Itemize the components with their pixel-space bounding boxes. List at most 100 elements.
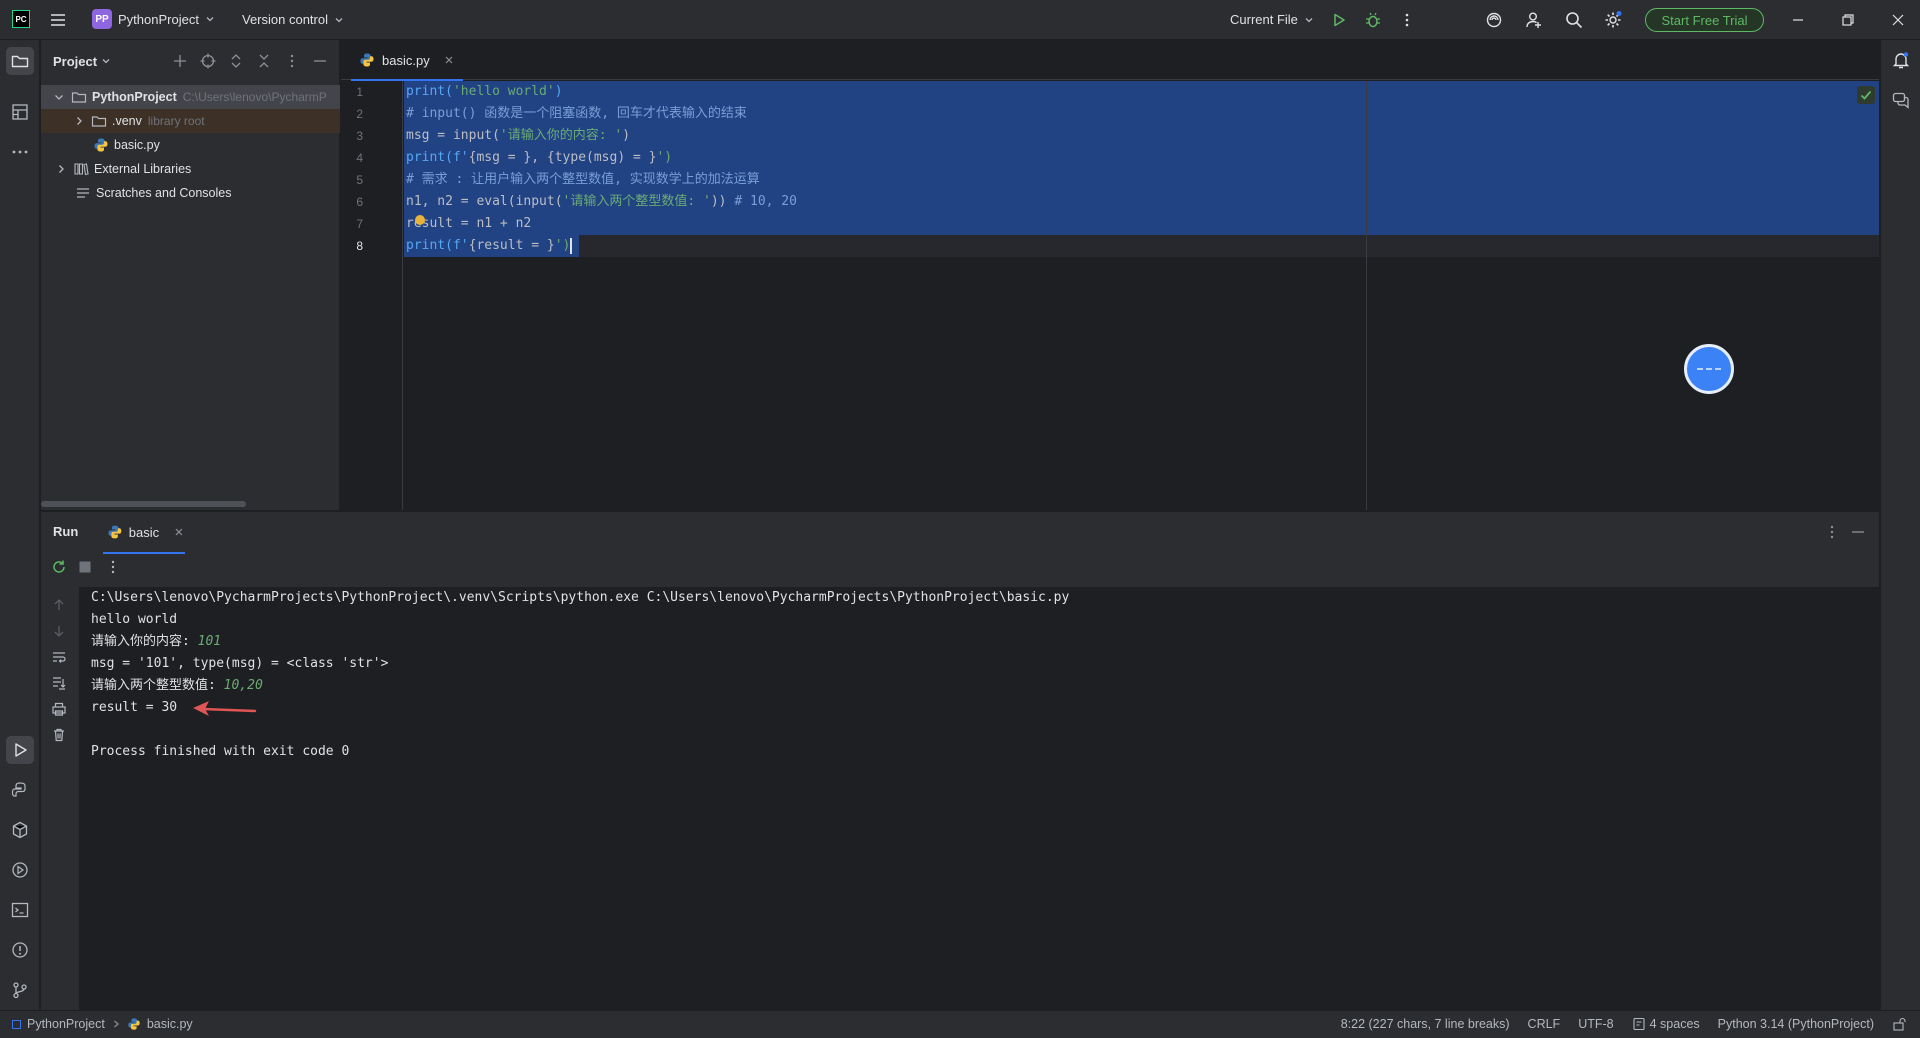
minimize-icon <box>1852 531 1864 533</box>
project-panel-title[interactable]: Project <box>53 54 97 69</box>
panel-options-button[interactable] <box>283 52 301 70</box>
horizontal-scrollbar[interactable] <box>41 501 246 507</box>
scroll-up-button[interactable] <box>51 597 67 613</box>
chat-icon <box>1892 92 1909 109</box>
line-number: 5 <box>356 173 363 187</box>
git-button[interactable] <box>6 976 34 1004</box>
run-button[interactable] <box>1330 11 1348 29</box>
close-window-button[interactable] <box>1890 12 1906 28</box>
run-panel-title[interactable]: Run <box>53 524 78 539</box>
version-control-menu[interactable]: Version control <box>242 12 344 27</box>
terminal-button[interactable] <box>6 896 34 924</box>
debug-button[interactable] <box>1364 11 1382 29</box>
console-output[interactable]: C:\Users\lenovo\PycharmProjects\PythonPr… <box>79 587 1879 1011</box>
editor-tabs: basic.py <box>341 40 1879 81</box>
start-free-trial-button[interactable]: Start Free Trial <box>1645 8 1764 32</box>
hide-panel-button[interactable] <box>311 52 329 70</box>
services-button[interactable] <box>6 856 34 884</box>
expand-icon <box>231 54 241 68</box>
tree-item-project-root[interactable]: PythonProject C:\Users\lenovo\PycharmP <box>41 85 340 109</box>
ai-chat-button[interactable] <box>1891 90 1911 110</box>
run-tool-button[interactable] <box>6 736 34 764</box>
close-icon[interactable] <box>443 54 455 66</box>
project-switcher[interactable]: PP PythonProject <box>92 9 215 29</box>
ai-assistant-button[interactable] <box>1484 10 1504 30</box>
tree-item-venv[interactable]: .venv library root <box>41 109 340 133</box>
line-number: 4 <box>356 151 363 165</box>
structure-tool-button[interactable] <box>6 98 34 126</box>
pycharm-logo[interactable]: PC <box>12 10 30 28</box>
more-vertical-icon <box>1830 525 1834 539</box>
chevron-right-icon <box>59 165 64 173</box>
project-tool-button[interactable] <box>6 47 34 75</box>
bug-icon <box>1366 12 1380 28</box>
git-branch-icon <box>13 982 27 999</box>
line-ending-selector[interactable]: CRLF <box>1528 1017 1561 1031</box>
locate-file-button[interactable] <box>199 52 217 70</box>
tree-item-scratches[interactable]: Scratches and Consoles <box>41 181 340 205</box>
close-icon[interactable] <box>173 526 185 538</box>
console-line: 请输入你的内容: 101 <box>91 634 222 649</box>
minimize-window-button[interactable] <box>1790 12 1806 28</box>
inspection-ok-icon[interactable] <box>1857 86 1875 104</box>
stop-button[interactable] <box>79 561 91 573</box>
notifications-button[interactable] <box>1891 50 1911 70</box>
hide-run-panel-button[interactable] <box>1849 523 1867 541</box>
indent-selector[interactable]: 4 spaces <box>1632 1017 1700 1031</box>
console-side-toolbar <box>41 587 79 1011</box>
tree-item-external-libraries[interactable]: External Libraries <box>41 157 340 181</box>
scroll-down-button[interactable] <box>51 623 67 639</box>
search-everywhere-button[interactable] <box>1564 10 1584 30</box>
packages-icon <box>12 821 28 839</box>
breadcrumb-file[interactable]: basic.py <box>147 1017 193 1031</box>
clear-all-button[interactable] <box>51 727 67 743</box>
more-horizontal-icon <box>12 150 28 154</box>
run-configuration-selector[interactable]: Current File <box>1230 12 1314 27</box>
python-icon <box>11 782 26 797</box>
tab-basic-py[interactable]: basic.py <box>351 40 463 81</box>
lock-open-icon[interactable] <box>1892 1017 1906 1031</box>
project-panel-header: Project <box>41 40 339 82</box>
main-menu-button[interactable] <box>48 10 68 30</box>
soft-wrap-button[interactable] <box>51 649 67 665</box>
console-line: 请输入两个整型数值: 10,20 <box>91 678 263 693</box>
restore-window-button[interactable] <box>1840 12 1856 28</box>
collapse-icon <box>259 54 269 68</box>
python-console-button[interactable] <box>6 776 34 804</box>
caret-position[interactable]: 8:22 (227 chars, 7 line breaks) <box>1341 1017 1510 1031</box>
wrap-icon <box>53 652 66 663</box>
run-tool-window: Run basic C:\Users\lenovo\PycharmProject… <box>41 511 1879 1011</box>
console-line: Process finished with exit code 0 <box>91 744 350 759</box>
print-button[interactable] <box>51 701 67 717</box>
code-line: # 需求 : 让用户输入两个整型数值, 实现数学上的加法运算 <box>406 172 760 187</box>
breadcrumb-project[interactable]: PythonProject <box>27 1017 105 1031</box>
code-line: print(f'{result = }') <box>406 237 573 254</box>
title-bar: PC PP PythonProject Version control Curr… <box>0 0 1920 40</box>
minimize-icon <box>1793 19 1803 21</box>
settings-button[interactable] <box>1603 10 1623 30</box>
floating-assistant-bubble[interactable] <box>1684 344 1734 394</box>
tree-item-basic-py[interactable]: basic.py <box>41 133 340 157</box>
interpreter-selector[interactable]: Python 3.14 (PythonProject) <box>1718 1017 1874 1031</box>
python-file-icon <box>108 525 122 539</box>
run-tab-label: basic <box>128 524 160 540</box>
run-more-button[interactable] <box>105 559 121 575</box>
line-number: 2 <box>356 107 363 121</box>
intention-bulb-icon[interactable] <box>415 215 425 225</box>
run-tab-basic[interactable]: basic <box>103 512 185 554</box>
expand-all-button[interactable] <box>227 52 245 70</box>
console-line: msg = '101', type(msg) = <class 'str'> <box>91 656 389 671</box>
collapse-all-button[interactable] <box>255 52 273 70</box>
scroll-to-end-button[interactable] <box>51 675 67 691</box>
encoding-selector[interactable]: UTF-8 <box>1578 1017 1613 1031</box>
more-actions-button[interactable] <box>1398 11 1416 29</box>
rerun-button[interactable] <box>51 559 67 575</box>
chevron-down-icon <box>335 17 343 22</box>
problems-button[interactable] <box>6 936 34 964</box>
python-packages-button[interactable] <box>6 816 34 844</box>
new-file-button[interactable] <box>171 52 189 70</box>
run-panel-options-button[interactable] <box>1823 523 1841 541</box>
code-with-me-button[interactable] <box>1524 10 1544 30</box>
spiral-icon <box>1486 12 1502 28</box>
more-tools-button[interactable] <box>6 138 34 166</box>
